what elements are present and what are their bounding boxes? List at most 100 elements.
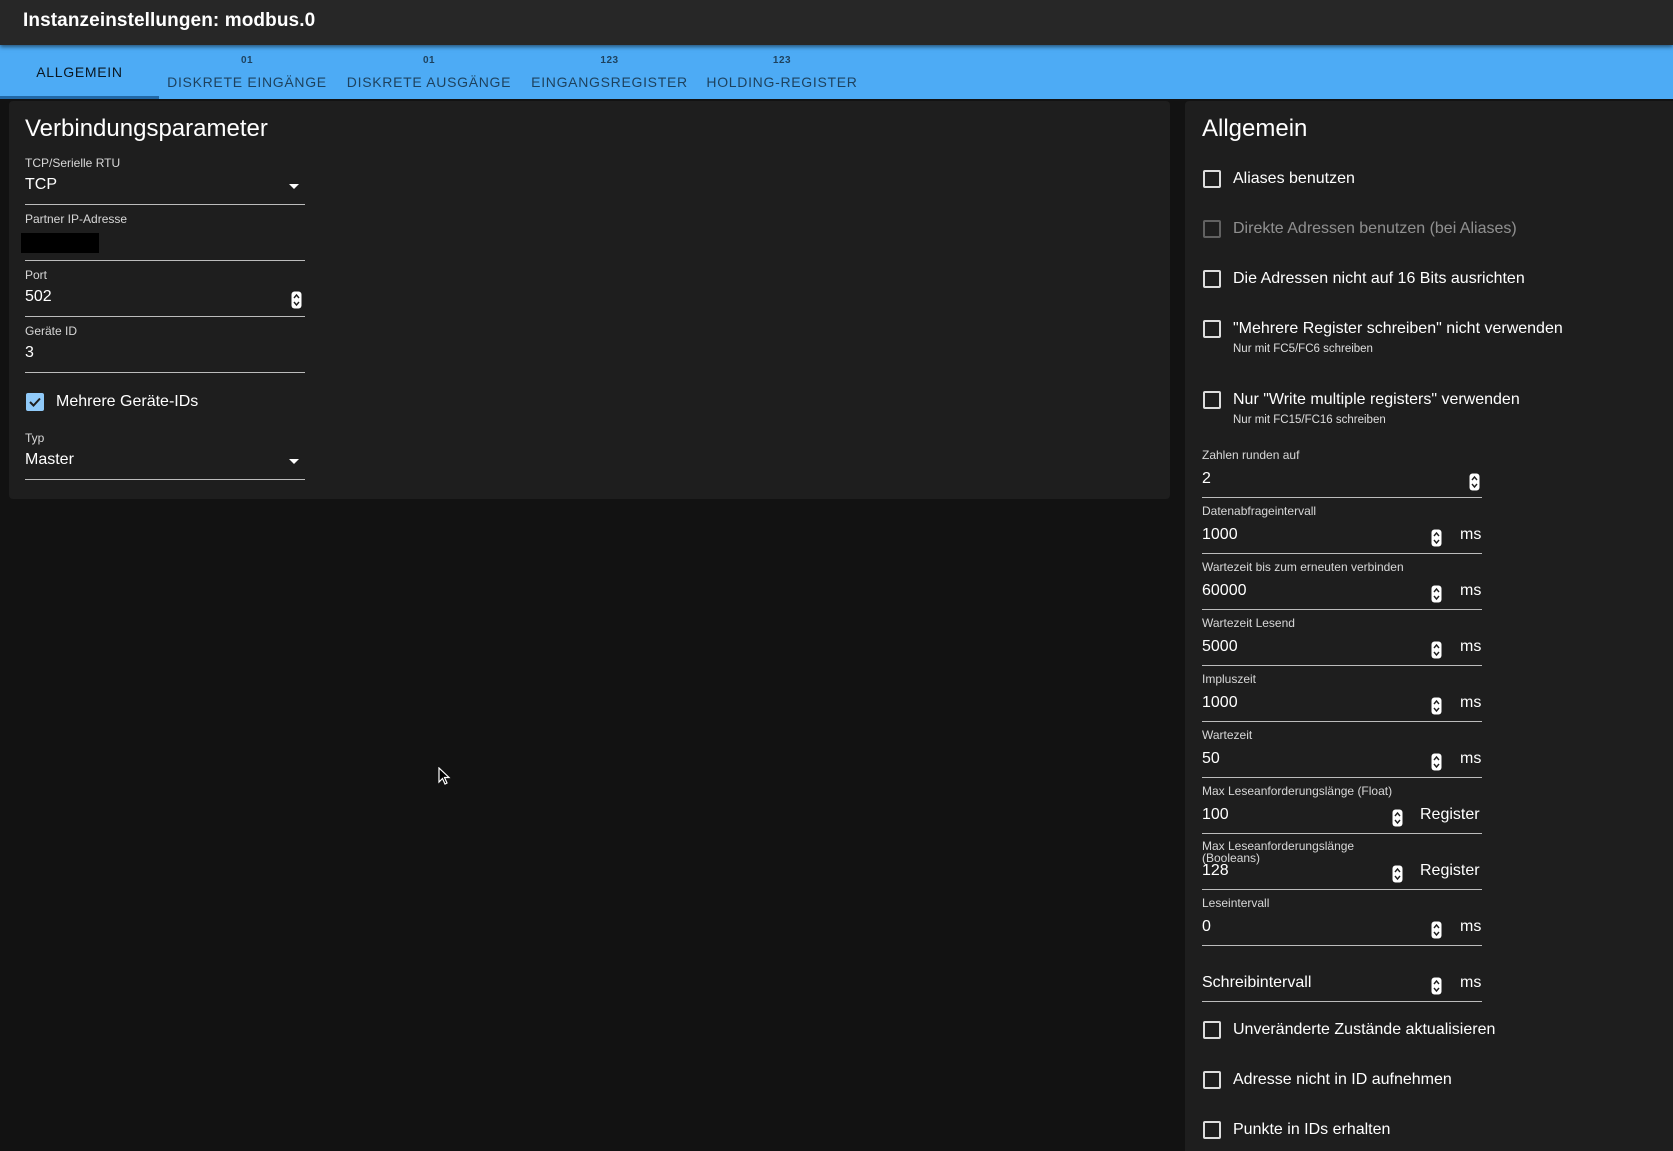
spinner-icon[interactable] xyxy=(291,291,302,309)
field-label: TCP/Serielle RTU xyxy=(25,156,121,170)
no-address-in-id-checkbox[interactable] xyxy=(1203,1071,1221,1089)
spinner-icon[interactable] xyxy=(1431,977,1442,995)
field-value: 0 xyxy=(1202,918,1211,935)
type-select[interactable]: Typ Master xyxy=(25,431,305,481)
tab-label: EINGANGSREGISTER xyxy=(531,74,688,90)
tab-label: DISKRETE EINGÄNGE xyxy=(167,74,327,90)
field-value: 50 xyxy=(1202,750,1220,767)
redaction-box xyxy=(21,233,99,253)
spinner-icon[interactable] xyxy=(1431,585,1442,603)
field-value: 1000 xyxy=(1202,694,1238,711)
write-interval-field[interactable]: Schreibintervall ms xyxy=(1202,952,1482,1002)
spinner-icon[interactable] xyxy=(1469,473,1480,491)
pulse-time-field[interactable]: Impluszeit 1000 ms xyxy=(1202,672,1482,722)
tab-indicator xyxy=(0,96,159,99)
spinner-icon[interactable] xyxy=(1392,809,1403,827)
spinner-icon[interactable] xyxy=(1392,865,1403,883)
checkbox-label: Mehrere Geräte-IDs xyxy=(56,393,199,410)
dropdown-arrow-icon xyxy=(289,459,299,464)
read-interval-field[interactable]: Leseintervall 0 ms xyxy=(1202,896,1482,946)
unit-label: ms xyxy=(1460,582,1482,599)
check-icon xyxy=(29,397,41,407)
field-value: Master xyxy=(25,451,74,468)
checkbox-label: Aliases benutzen xyxy=(1233,170,1355,187)
no-multiple-registers-checkbox[interactable] xyxy=(1203,320,1221,338)
spinner-icon[interactable] xyxy=(1431,921,1442,939)
field-label: Datenabfrageintervall xyxy=(1202,504,1317,518)
field-value: 128 xyxy=(1202,862,1229,879)
section-title: Verbindungsparameter xyxy=(25,115,268,142)
general-panel: Allgemein Aliases benutzen Direkte Adres… xyxy=(1185,101,1673,1151)
checkbox-label: Nur "Write multiple registers" verwenden xyxy=(1233,391,1520,408)
checkbox-label: Direkte Adressen benutzen (bei Aliases) xyxy=(1233,220,1517,237)
field-value: 100 xyxy=(1202,806,1229,823)
field-label: Wartezeit xyxy=(1202,728,1253,742)
numeric-icon: 123 xyxy=(772,55,792,66)
unit-label: ms xyxy=(1460,750,1482,767)
unit-label: Register xyxy=(1420,806,1480,823)
title-bar: Instanzeinstellungen: modbus.0 xyxy=(0,0,1673,45)
field-value: 502 xyxy=(25,288,52,305)
tab-discrete-outputs[interactable]: 01 DISKRETE AUSGÄNGE xyxy=(340,45,518,99)
device-id-field[interactable]: Geräte ID 3 xyxy=(25,324,305,374)
spinner-icon[interactable] xyxy=(1431,529,1442,547)
spinner-icon[interactable] xyxy=(1431,641,1442,659)
checkbox-helper-text: Nur mit FC15/FC16 schreiben xyxy=(1233,414,1386,426)
field-placeholder: Schreibintervall xyxy=(1202,974,1312,991)
spinner-icon[interactable] xyxy=(1431,753,1442,771)
tab-holding-registers[interactable]: 123 HOLDING-REGISTER xyxy=(700,45,864,99)
binary-icon: 01 xyxy=(422,55,436,66)
port-field[interactable]: Port 502 xyxy=(25,268,305,318)
reconnect-timeout-field[interactable]: Wartezeit bis zum erneuten verbinden 600… xyxy=(1202,560,1482,610)
window-title: Instanzeinstellungen: modbus.0 xyxy=(23,10,316,31)
max-read-booleans-field[interactable]: Max Leseanforderungslänge (Booleans) 128… xyxy=(1202,840,1482,890)
multi-device-ids-checkbox[interactable] xyxy=(26,393,44,411)
field-value: 60000 xyxy=(1202,582,1247,599)
field-label: Wartezeit bis zum erneuten verbinden xyxy=(1202,560,1404,574)
tab-label: ALLGEMEIN xyxy=(36,64,123,80)
unit-label: Register xyxy=(1420,862,1480,879)
only-write-multiple-checkbox[interactable] xyxy=(1203,391,1221,409)
poll-interval-field[interactable]: Datenabfrageintervall 1000 ms xyxy=(1202,504,1482,554)
field-label: Wartezeit Lesend xyxy=(1202,616,1295,630)
tab-discrete-inputs[interactable]: 01 DISKRETE EINGÄNGE xyxy=(159,45,335,99)
field-label: Zahlen runden auf xyxy=(1202,448,1300,462)
field-value: 1000 xyxy=(1202,526,1238,543)
checkbox-helper-text: Nur mit FC5/FC6 schreiben xyxy=(1233,343,1373,355)
connection-panel: Verbindungsparameter TCP/Serielle RTU TC… xyxy=(9,101,1170,499)
unit-label: ms xyxy=(1460,974,1482,991)
numeric-icon: 123 xyxy=(600,55,619,66)
round-numbers-field[interactable]: Zahlen runden auf 2 xyxy=(1202,448,1482,498)
unit-label: ms xyxy=(1460,526,1482,543)
checkbox-label: Unveränderte Zustände aktualisieren xyxy=(1233,1021,1496,1038)
field-label: Leseintervall xyxy=(1202,896,1270,910)
field-value: 3 xyxy=(25,344,34,361)
field-label: Typ xyxy=(25,431,45,445)
field-value: TCP xyxy=(25,176,57,193)
direct-addresses-checkbox xyxy=(1203,220,1221,238)
unit-label: ms xyxy=(1460,918,1482,935)
tab-label: DISKRETE AUSGÄNGE xyxy=(346,74,512,90)
field-label: Impluszeit xyxy=(1202,672,1257,686)
tab-input-registers[interactable]: 123 EINGANGSREGISTER xyxy=(523,45,696,99)
tab-bar: ALLGEMEIN 01 DISKRETE EINGÄNGE 01 DISKRE… xyxy=(0,45,1673,99)
read-timeout-field[interactable]: Wartezeit Lesend 5000 ms xyxy=(1202,616,1482,666)
update-unchanged-checkbox[interactable] xyxy=(1203,1021,1221,1039)
mode-select[interactable]: TCP/Serielle RTU TCP xyxy=(25,156,305,206)
ip-address-field[interactable]: Partner IP-Adresse xyxy=(21,212,305,262)
mouse-cursor-icon xyxy=(438,767,451,785)
wait-time-field[interactable]: Wartezeit 50 ms xyxy=(1202,728,1482,778)
dropdown-arrow-icon xyxy=(289,184,299,189)
max-read-float-field[interactable]: Max Leseanforderungslänge (Float) 100 Re… xyxy=(1202,784,1482,834)
field-label: Max Leseanforderungslänge (Booleans) xyxy=(1202,839,1355,865)
binary-icon: 01 xyxy=(240,55,254,66)
no-16bit-align-checkbox[interactable] xyxy=(1203,270,1221,288)
field-value: 5000 xyxy=(1202,638,1238,655)
spinner-icon[interactable] xyxy=(1431,697,1442,715)
tab-label: HOLDING-REGISTER xyxy=(706,74,858,90)
preserve-dots-checkbox[interactable] xyxy=(1203,1121,1221,1139)
tab-general[interactable]: ALLGEMEIN xyxy=(0,45,159,99)
field-label: Max Leseanforderungslänge (Float) xyxy=(1202,784,1393,798)
field-value: 2 xyxy=(1202,470,1211,487)
use-aliases-checkbox[interactable] xyxy=(1203,170,1221,188)
